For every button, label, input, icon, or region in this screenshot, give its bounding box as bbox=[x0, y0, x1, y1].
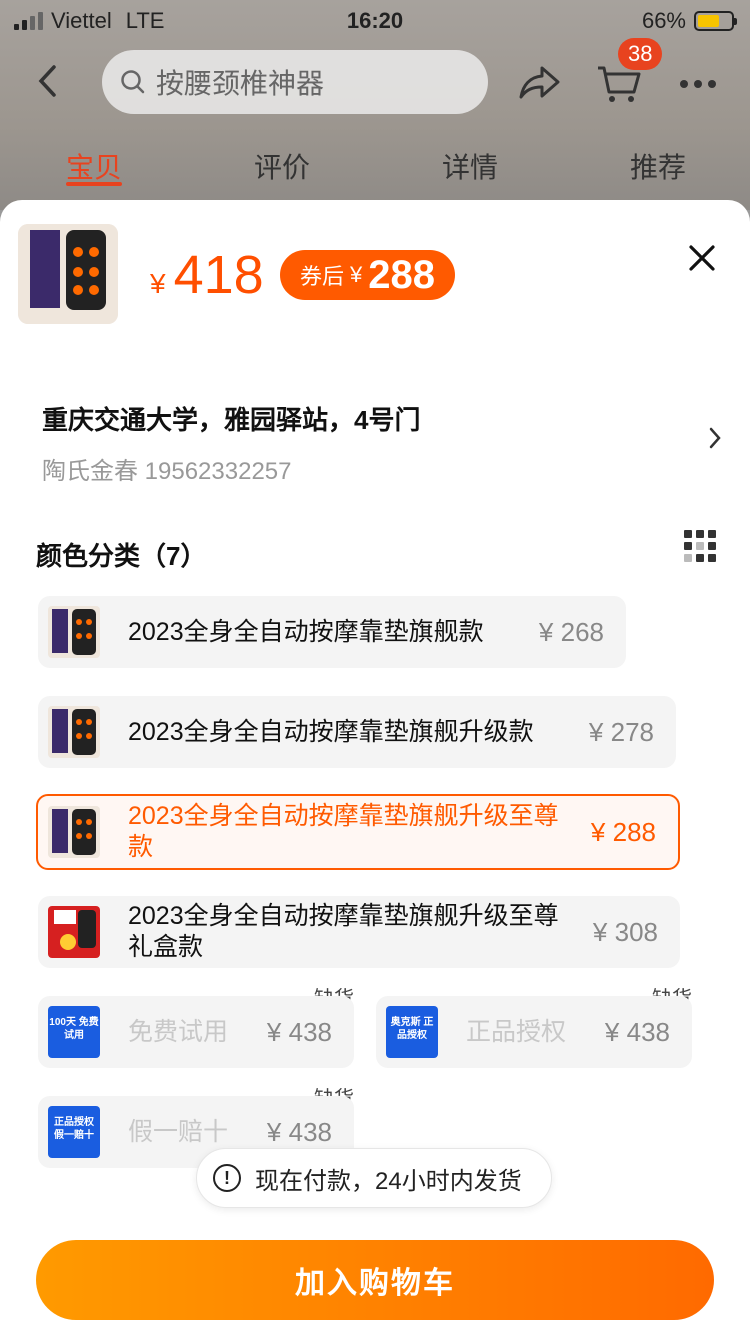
sku-price: ¥ 268 bbox=[538, 616, 604, 647]
sku-price: ¥ 308 bbox=[592, 916, 658, 947]
sku-section-title: 颜色分类（7） bbox=[36, 541, 207, 571]
more-dot-icon bbox=[694, 80, 702, 88]
share-icon bbox=[519, 66, 560, 99]
search-placeholder: 按腰颈椎神器 bbox=[156, 68, 325, 99]
cart-icon bbox=[598, 66, 641, 102]
shipping-notice: ! 现在付款，24小时内发货 bbox=[196, 1148, 552, 1208]
coupon-currency: ¥ bbox=[350, 262, 363, 287]
sku-name: 2023全身全自动按摩靠垫旗舰款 bbox=[128, 617, 484, 646]
guarantee-badge-icon: 正品授权 假一赔十 bbox=[48, 1106, 100, 1158]
battery-percent: 66% bbox=[641, 8, 686, 33]
cart-button[interactable] bbox=[596, 64, 642, 109]
sku-price: ¥ 278 bbox=[588, 716, 654, 747]
chevron-right-icon bbox=[709, 427, 721, 449]
share-button[interactable] bbox=[518, 64, 562, 105]
sku-option-disabled[interactable]: 奥克斯 正品授权 正品授权 ¥ 438 bbox=[376, 996, 692, 1068]
exclamation-icon: ! bbox=[213, 1164, 241, 1192]
trial-badge-icon: 100天 免费试用 bbox=[48, 1006, 100, 1058]
shipping-notice-text: 现在付款，24小时内发货 bbox=[255, 1167, 522, 1195]
battery-info: 66% bbox=[641, 8, 737, 34]
currency-symbol: ¥ bbox=[150, 268, 166, 299]
chevron-left-icon bbox=[38, 65, 56, 97]
sku-price: ¥ 438 bbox=[604, 1016, 670, 1047]
sku-option[interactable]: 2023全身全自动按摩靠垫旗舰升级款 ¥ 278 bbox=[38, 696, 676, 768]
tab-item[interactable]: 宝贝 bbox=[66, 146, 122, 186]
sku-thumbnail bbox=[48, 906, 100, 958]
sku-price: ¥ 438 bbox=[266, 1016, 332, 1047]
sku-option[interactable]: 2023全身全自动按摩靠垫旗舰款 ¥ 268 bbox=[38, 596, 626, 668]
sku-name: 2023全身全自动按摩靠垫旗舰升级至尊礼盒款 bbox=[128, 902, 559, 961]
add-to-cart-button[interactable]: 加入购物车 bbox=[36, 1240, 714, 1320]
more-dot-icon bbox=[708, 80, 716, 88]
tab-reviews[interactable]: 评价 bbox=[254, 146, 310, 186]
tab-details[interactable]: 详情 bbox=[442, 146, 498, 186]
tab-recommend[interactable]: 推荐 bbox=[630, 146, 686, 186]
product-price: ¥ 418 bbox=[150, 244, 264, 306]
product-page-background: Viettel LTE 16:20 66% 按腰颈椎神器 38 宝贝 评价 详情… bbox=[0, 0, 750, 210]
sku-option-disabled[interactable]: 100天 免费试用 免费试用 ¥ 438 bbox=[38, 996, 354, 1068]
more-dot-icon bbox=[680, 80, 688, 88]
back-button[interactable] bbox=[36, 64, 58, 108]
price-value: 418 bbox=[173, 245, 264, 305]
more-button[interactable] bbox=[680, 80, 716, 88]
sku-price: ¥ 288 bbox=[590, 816, 656, 847]
clock: 16:20 bbox=[346, 8, 404, 33]
address-contact: 陶氏金春 19562332257 bbox=[42, 458, 292, 485]
search-icon bbox=[121, 70, 145, 94]
cart-count-badge: 38 bbox=[618, 38, 663, 70]
product-thumbnail[interactable] bbox=[18, 224, 118, 324]
sku-name: 2023全身全自动按摩靠垫旗舰升级至尊款 bbox=[128, 802, 559, 861]
sku-price: ¥ 438 bbox=[266, 1116, 332, 1147]
delivery-address[interactable]: 重庆交通大学，雅园驿站，4号门 陶氏金春 19562332257 bbox=[42, 400, 722, 486]
authorized-badge-icon: 奥克斯 正品授权 bbox=[386, 1006, 438, 1058]
sku-thumbnail bbox=[48, 706, 100, 758]
sku-selector-sheet: ¥ 418 券后 ¥ 288 重庆交通大学，雅园驿站，4号门 陶氏金春 1956… bbox=[0, 200, 750, 1334]
sku-option[interactable]: 2023全身全自动按摩靠垫旗舰升级至尊礼盒款 ¥ 308 bbox=[38, 896, 680, 968]
sku-option-selected[interactable]: 2023全身全自动按摩靠垫旗舰升级至尊款 ¥ 288 bbox=[36, 794, 680, 870]
sku-name: 假一赔十 bbox=[128, 1117, 229, 1146]
coupon-price-badge: 券后 ¥ 288 bbox=[280, 250, 456, 300]
coupon-label: 券后 bbox=[300, 264, 345, 289]
status-bar: Viettel LTE 16:20 66% bbox=[0, 0, 750, 40]
sku-thumbnail bbox=[48, 606, 100, 658]
massager-image-icon bbox=[18, 224, 118, 324]
address-line: 重庆交通大学，雅园驿站，4号门 bbox=[42, 405, 421, 435]
close-icon bbox=[689, 245, 715, 271]
grid-view-icon[interactable] bbox=[684, 530, 716, 562]
close-button[interactable] bbox=[686, 242, 718, 279]
coupon-price: 288 bbox=[368, 252, 436, 297]
sku-name: 免费试用 bbox=[128, 1017, 229, 1046]
top-nav: 按腰颈椎神器 38 bbox=[0, 38, 750, 120]
battery-icon bbox=[694, 11, 737, 31]
sku-name: 2023全身全自动按摩靠垫旗舰升级款 bbox=[128, 717, 534, 746]
sku-name: 正品授权 bbox=[466, 1017, 567, 1046]
search-input[interactable]: 按腰颈椎神器 bbox=[102, 50, 488, 114]
active-tab-indicator bbox=[66, 182, 122, 186]
sku-thumbnail bbox=[48, 806, 100, 858]
